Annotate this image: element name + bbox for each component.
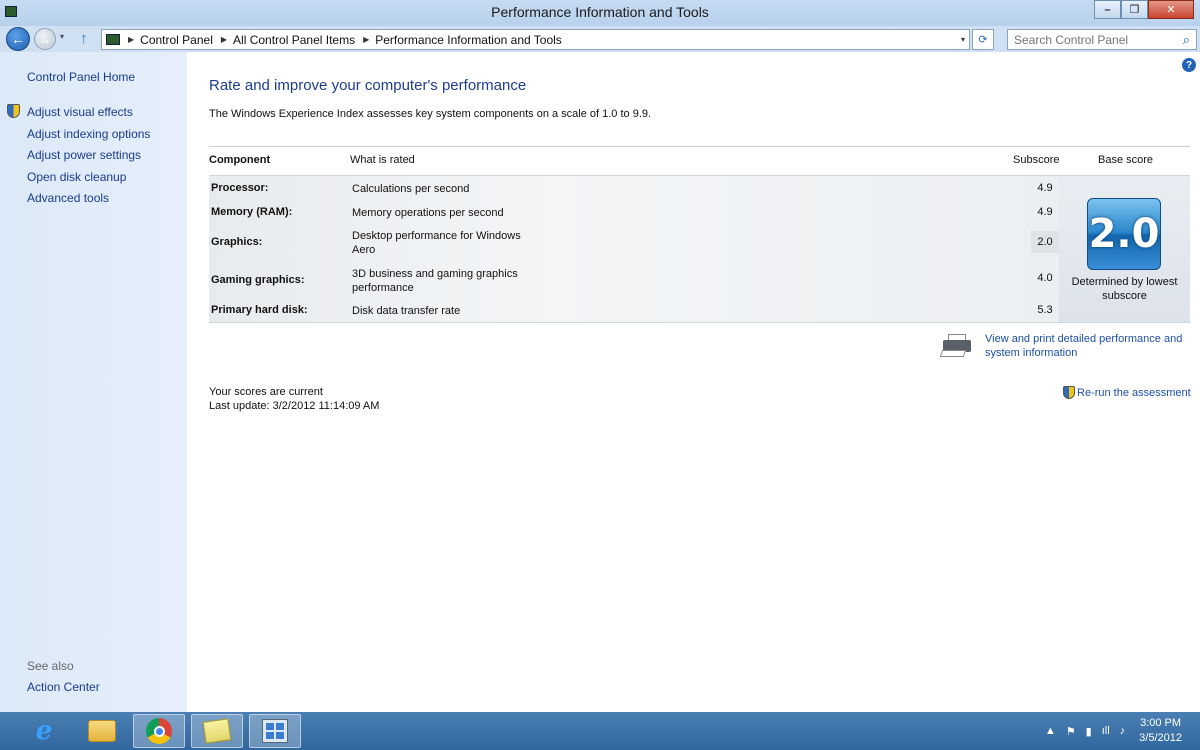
adjust-visual-effects-link[interactable]: Adjust visual effects — [27, 104, 150, 126]
refresh-button[interactable]: ⟳ — [972, 29, 994, 50]
uac-shield-icon — [1063, 386, 1075, 399]
page-title: Rate and improve your computer's perform… — [209, 77, 527, 94]
subscore-value: 2.0 — [1031, 231, 1059, 253]
battery-icon[interactable]: ▮ — [1086, 725, 1092, 738]
score-table: Component What is rated Subscore Base sc… — [209, 146, 1190, 324]
breadcrumb-all-items[interactable]: All Control Panel Items — [233, 33, 355, 47]
show-hidden-icons-icon[interactable]: ▲ — [1045, 725, 1056, 737]
address-bar[interactable]: ▶ Control Panel ▶ All Control Panel Item… — [101, 29, 970, 50]
explorer-window: Performance Information and Tools – ❐ ✕ … — [0, 0, 1200, 712]
divider — [209, 146, 1190, 147]
chevron-right-icon[interactable]: ▶ — [221, 35, 227, 44]
intro-text: The Windows Experience Index assesses ke… — [209, 108, 652, 120]
adjust-power-settings-link[interactable]: Adjust power settings — [27, 147, 150, 169]
chrome-icon — [146, 718, 172, 744]
internet-explorer-icon: e — [35, 716, 53, 746]
advanced-tools-link[interactable]: Advanced tools — [27, 190, 150, 212]
forward-button[interactable]: → — [34, 28, 56, 50]
breadcrumb-control-panel[interactable]: Control Panel — [140, 33, 213, 47]
navigation-bar: ← → ▾ ↑ ▶ Control Panel ▶ All Control Pa… — [0, 26, 1200, 52]
uac-shield-icon — [7, 104, 20, 118]
subscore-value: 4.0 — [1037, 272, 1053, 284]
help-icon[interactable]: ? — [1182, 58, 1196, 72]
task-links: Adjust visual effects Adjust indexing op… — [27, 104, 150, 212]
chevron-right-icon[interactable]: ▶ — [363, 35, 369, 44]
search-input[interactable] — [1014, 32, 1174, 47]
component-label: Processor: — [211, 182, 269, 194]
rerun-assessment-link[interactable]: Re-run the assessment — [1063, 386, 1191, 399]
chevron-down-icon[interactable]: ▾ — [961, 35, 965, 44]
subscore-value: 4.9 — [1037, 206, 1053, 218]
recent-pages-dropdown[interactable]: ▾ — [60, 32, 64, 41]
action-center-link[interactable]: Action Center — [27, 680, 100, 694]
close-button[interactable]: ✕ — [1148, 0, 1194, 19]
chevron-right-icon[interactable]: ▶ — [128, 35, 134, 44]
rated-description: Disk data transfer rate — [352, 305, 461, 317]
view-print-details-link[interactable]: View and print detailed performance and … — [985, 332, 1195, 360]
component-label: Gaming graphics: — [211, 274, 305, 286]
header-base-score: Base score — [1098, 154, 1154, 166]
clock-date: 3/5/2012 — [1139, 732, 1182, 744]
task-pane: Control Panel Home Adjust visual effects… — [0, 52, 187, 712]
base-score-caption: Determined by lowest subscore — [1071, 276, 1178, 302]
search-box[interactable]: ⌕ — [1007, 29, 1197, 50]
action-center-flag-icon[interactable]: ⚑ — [1066, 725, 1076, 738]
volume-icon[interactable]: ♪ — [1120, 725, 1126, 737]
base-score-panel: 2.0 Determined by lowest subscore — [1059, 175, 1190, 323]
control-panel-home-link[interactable]: Control Panel Home — [27, 70, 135, 84]
taskbar-sticky-notes[interactable] — [191, 714, 243, 748]
main-content: ? Rate and improve your computer's perfo… — [187, 52, 1200, 712]
component-label: Memory (RAM): — [211, 206, 293, 218]
taskbar-file-explorer[interactable] — [76, 714, 128, 748]
component-label: Primary hard disk: — [211, 304, 308, 316]
title-bar[interactable]: Performance Information and Tools – ❐ ✕ — [0, 0, 1200, 26]
header-what-is-rated: What is rated — [350, 154, 415, 166]
component-label: Graphics: — [211, 236, 263, 248]
window-title: Performance Information and Tools — [491, 4, 709, 20]
see-also-heading: See also — [27, 659, 74, 673]
control-panel-icon — [262, 719, 288, 743]
notification-area: ▲ ⚑ ▮ ıll ♪ 3:00 PM 3/5/2012 — [1045, 712, 1200, 750]
header-component: Component — [209, 154, 271, 166]
breadcrumb-current[interactable]: Performance Information and Tools — [375, 33, 562, 47]
scores-status: Your scores are current — [209, 386, 323, 398]
printer-icon — [939, 332, 973, 360]
restore-button[interactable]: ❐ — [1121, 0, 1148, 19]
base-score-badge: 2.0 — [1087, 198, 1161, 270]
taskbar-internet-explorer[interactable]: e — [18, 714, 70, 748]
search-icon[interactable]: ⌕ — [1183, 32, 1190, 48]
subscore-value: 5.3 — [1037, 304, 1053, 316]
score-grid: Processor: Calculations per second 4.9 M… — [209, 175, 1059, 323]
window-controls: – ❐ ✕ — [1094, 0, 1194, 19]
rated-description: Calculations per second — [352, 183, 470, 195]
subscore-value: 4.9 — [1037, 182, 1053, 194]
rated-description: Memory operations per second — [352, 207, 504, 219]
minimize-button[interactable]: – — [1094, 0, 1121, 19]
taskbar-chrome[interactable] — [133, 714, 185, 748]
header-subscore: Subscore — [1013, 154, 1060, 166]
rerun-assessment-label: Re-run the assessment — [1077, 386, 1191, 399]
last-update-text: Last update: 3/2/2012 11:14:09 AM — [209, 400, 380, 412]
control-panel-icon — [106, 34, 120, 45]
network-signal-icon[interactable]: ıll — [1102, 725, 1110, 737]
back-button[interactable]: ← — [6, 27, 30, 51]
open-disk-cleanup-link[interactable]: Open disk cleanup — [27, 169, 150, 191]
rated-description: 3D business and gaming graphics performa… — [352, 268, 518, 294]
sticky-notes-icon — [202, 718, 232, 744]
rated-description: Desktop performance for Windows Aero — [352, 230, 521, 256]
clock-time: 3:00 PM — [1140, 717, 1182, 729]
adjust-indexing-options-link[interactable]: Adjust indexing options — [27, 126, 150, 148]
taskbar-control-panel[interactable] — [249, 714, 301, 748]
taskbar: e ▲ ⚑ ▮ ıll ♪ 3:00 PM 3/5/2012 — [0, 712, 1200, 750]
folder-icon — [88, 720, 116, 742]
up-button[interactable]: ↑ — [80, 30, 88, 47]
system-clock[interactable]: 3:00 PM 3/5/2012 — [1139, 716, 1182, 746]
